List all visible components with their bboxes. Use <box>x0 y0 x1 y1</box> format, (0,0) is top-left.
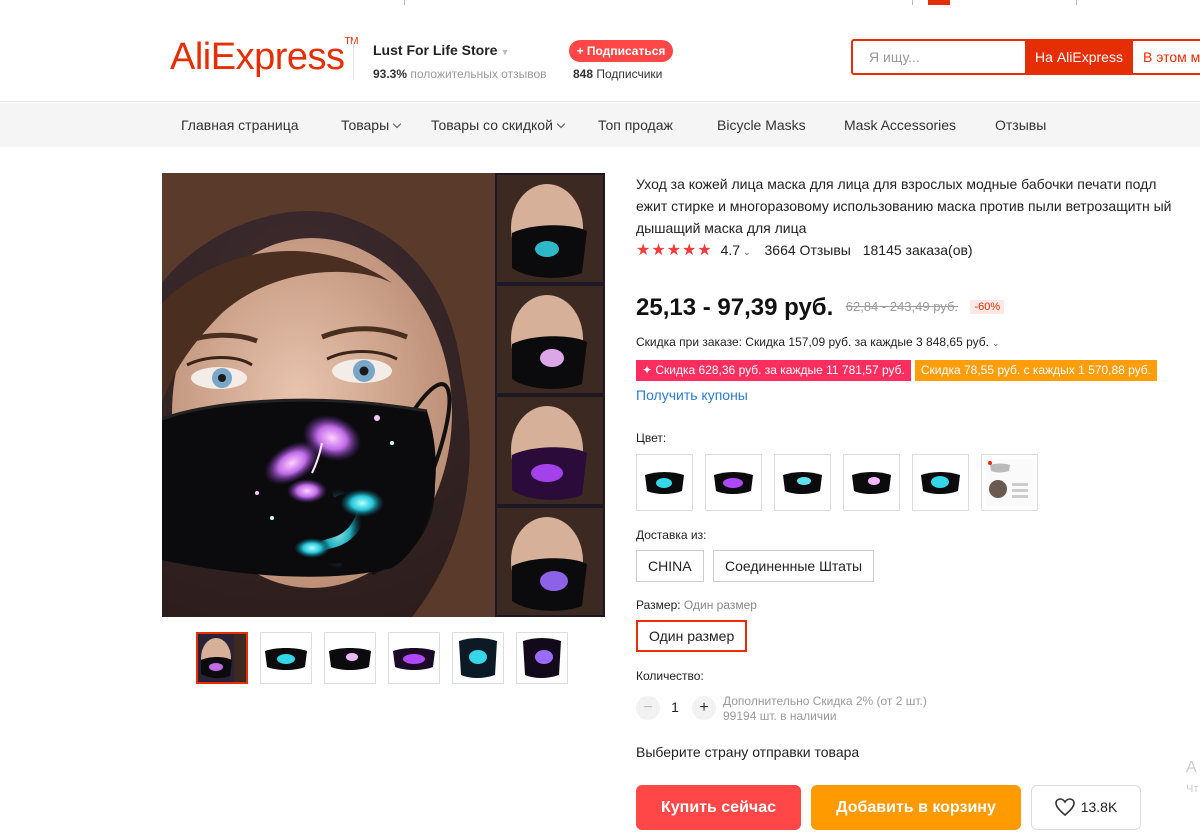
logo-text: AliExpress <box>170 36 345 78</box>
wishlist-count: 13.8K <box>1080 799 1118 815</box>
quantity-decrease-button[interactable]: − <box>636 696 660 720</box>
product-title: Уход за кожей лица маска для лица для вз… <box>636 176 1172 236</box>
strip-divider <box>404 0 405 5</box>
thumbnail[interactable] <box>516 632 568 684</box>
wishlist-button[interactable]: 13.8K <box>1031 785 1141 830</box>
search-box: На AliExpress В этом м <box>851 39 1200 75</box>
product-photo <box>162 173 605 617</box>
subscribers-number: 848 <box>573 67 594 81</box>
get-coupons-link[interactable]: Получить купоны <box>636 387 748 403</box>
store-nav: Главная страница Товары Товары со скидко… <box>0 103 1200 147</box>
subscribers-label: Подписчики <box>596 67 663 81</box>
nav-item-products[interactable]: Товары <box>341 103 402 147</box>
search-store-button[interactable]: В этом м <box>1133 41 1200 73</box>
store-coupon[interactable]: ✦ Скидка 628,36 руб. за каждые 11 781,57… <box>636 360 911 381</box>
color-swatch[interactable] <box>981 454 1038 511</box>
color-swatch[interactable] <box>843 454 900 511</box>
size-label-text: Размер: <box>636 598 681 612</box>
order-discount[interactable]: Скидка при заказе: Скидка 157,09 руб. за… <box>636 335 1000 349</box>
nav-item-bicycle-masks[interactable]: Bicycle Masks <box>717 103 806 147</box>
orders-count: 18145 заказа(ов) <box>862 242 973 258</box>
store-rating: 93.3% положительных отзывов <box>373 67 547 81</box>
chevron-down-icon[interactable]: ⌄ <box>743 247 751 257</box>
color-swatch[interactable] <box>774 454 831 511</box>
nav-item-sale[interactable]: Товары со скидкой <box>431 103 566 147</box>
top-utility-strip <box>0 0 1200 8</box>
chevron-down-icon <box>556 119 566 129</box>
add-to-cart-button[interactable]: Добавить в корзину <box>811 785 1021 830</box>
old-price: 62,84 - 243,49 руб. <box>845 299 958 314</box>
header-divider <box>353 40 354 80</box>
size-selected-hint: Один размер <box>683 598 757 612</box>
thumbnail[interactable] <box>196 632 248 684</box>
subscribers-count: 848 Подписчики <box>573 67 662 81</box>
edge-text: A <box>1186 759 1197 776</box>
buy-now-button[interactable]: Купить сейчас <box>636 785 801 830</box>
site-header: AliExpressTM Lust For Life Store ▼ 93.3% … <box>0 8 1200 102</box>
ship-from-label: Доставка из: <box>636 528 707 542</box>
quantity-increase-button[interactable]: + <box>692 696 716 720</box>
order-discount-text: Скидка при заказе: Скидка 157,09 руб. за… <box>636 335 989 349</box>
store-positive-value: 93.3% <box>373 67 408 81</box>
flag-icon[interactable] <box>928 0 950 5</box>
quantity-note: Дополнительно Скидка 2% (от 2 шт.) 99194 … <box>723 694 927 724</box>
ship-from-china[interactable]: CHINA <box>636 550 704 582</box>
search-aliexpress-button[interactable]: На AliExpress <box>1025 39 1133 75</box>
heart-icon <box>1054 798 1075 817</box>
edge-text: Чт <box>1186 783 1199 795</box>
chevron-down-icon[interactable]: ▼ <box>500 47 509 57</box>
price-row: 25,13 - 97,39 руб. 62,84 - 243,49 руб. -… <box>636 294 1005 322</box>
rating-value[interactable]: 4.7 <box>721 242 740 258</box>
current-price: 25,13 - 97,39 руб. <box>636 294 834 321</box>
size-option[interactable]: Один размер <box>636 620 748 652</box>
nav-item-home[interactable]: Главная страница <box>181 103 299 147</box>
nav-label: Mask Accessories <box>844 117 957 133</box>
color-label: Цвет: <box>636 431 667 445</box>
store-name[interactable]: Lust For Life Store ▼ <box>373 42 509 58</box>
nav-label: Товары <box>341 117 390 133</box>
nav-label: Отзывы <box>995 117 1047 133</box>
stock-count: 99194 шт. в наличии <box>723 709 837 723</box>
store-positive-label: положительных отзывов <box>410 67 547 81</box>
quantity-value[interactable]: 1 <box>664 699 686 715</box>
discount-badge: -60% <box>970 300 1005 314</box>
search-input[interactable] <box>853 41 1025 73</box>
size-label: Размер: Один размер <box>636 598 757 612</box>
nav-item-reviews[interactable]: Отзывы <box>995 103 1046 147</box>
thumbnail[interactable] <box>452 632 504 684</box>
nav-item-mask-accessories[interactable]: Mask Accessories <box>844 103 956 147</box>
nav-label: Bicycle Masks <box>717 117 806 133</box>
product-main-image[interactable] <box>162 173 605 617</box>
strip-divider <box>912 0 913 5</box>
color-swatch[interactable] <box>912 454 969 511</box>
thumbnail[interactable] <box>260 632 312 684</box>
bulk-discount-note: Дополнительно Скидка 2% (от 2 шт.) <box>723 694 927 708</box>
thumbnail[interactable] <box>324 632 376 684</box>
ship-from-usa[interactable]: Соединенные Штаты <box>713 550 875 582</box>
coupon-row: ✦ Скидка 628,36 руб. за каждые 11 781,57… <box>636 360 1161 382</box>
chevron-down-icon <box>392 119 402 129</box>
nav-label: Товары со скидкой <box>431 117 553 133</box>
color-swatch[interactable] <box>636 454 693 511</box>
rating-row: ★★★★★ 4.7 ⌄ 3664 Отзывы 18145 заказа(ов) <box>636 240 973 260</box>
nav-item-top-sales[interactable]: Топ продаж <box>598 103 673 147</box>
chevron-down-icon: ⌄ <box>991 338 1000 348</box>
color-swatch[interactable] <box>705 454 762 511</box>
quantity-label: Количество: <box>636 669 704 683</box>
nav-label: Главная страница <box>181 117 299 133</box>
strip-divider <box>1076 0 1077 5</box>
subscribe-button[interactable]: + Подписаться <box>569 40 673 62</box>
ship-country-prompt[interactable]: Выберите страну отправки товара <box>636 744 859 760</box>
star-rating-icon: ★★★★★ <box>636 242 713 259</box>
aliexpress-logo[interactable]: AliExpressTM <box>170 36 358 79</box>
store-name-text: Lust For Life Store <box>373 42 498 58</box>
select-coupon[interactable]: Скидка 78,55 руб. с каждых 1 570,88 руб. <box>914 360 1158 381</box>
nav-label: Топ продаж <box>598 117 673 133</box>
thumbnail[interactable] <box>388 632 440 684</box>
reviews-link[interactable]: 3664 Отзывы <box>765 242 851 258</box>
